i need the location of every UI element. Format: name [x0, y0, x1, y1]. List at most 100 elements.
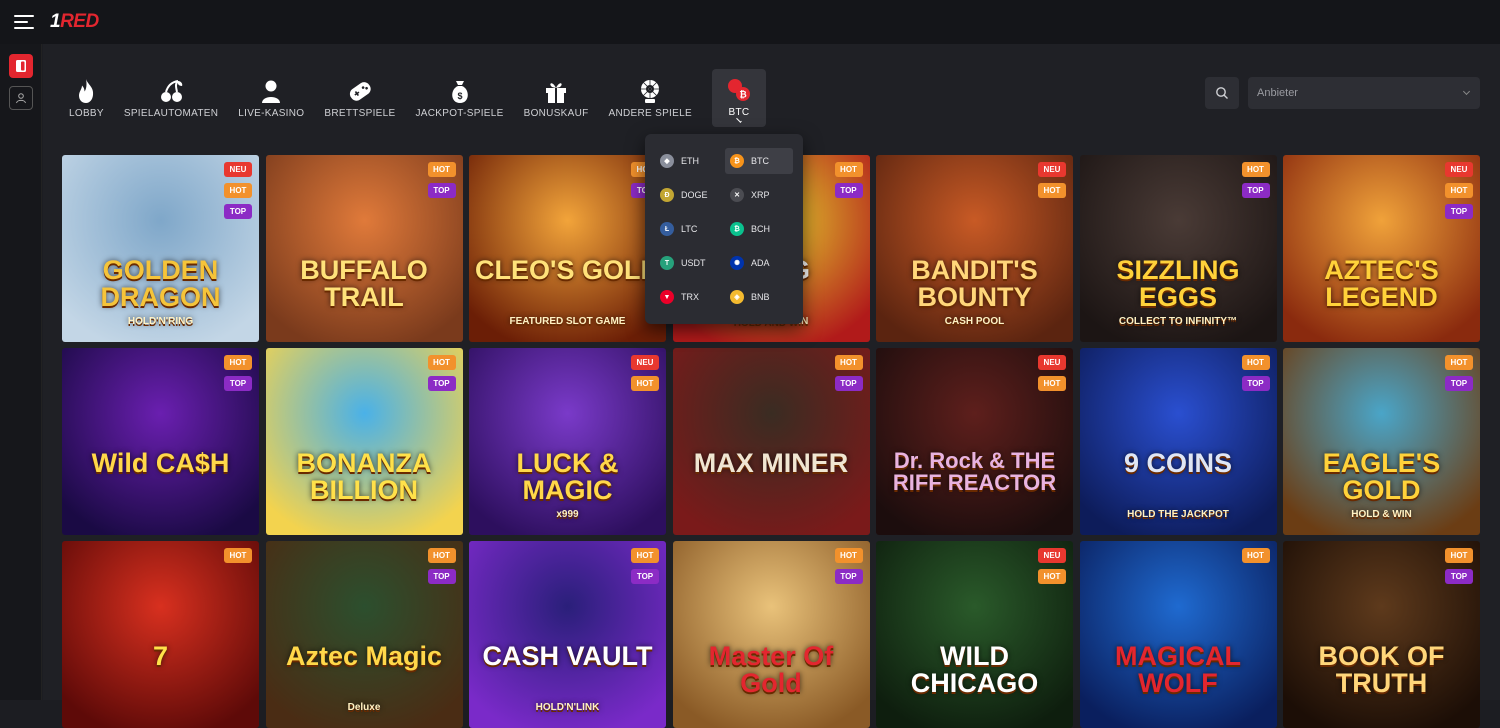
badge-group: HOT [224, 548, 252, 569]
category-tab-slots[interactable]: SPIELAUTOMATEN [118, 69, 224, 126]
game-subtitle: Deluxe [347, 702, 381, 713]
game-tile[interactable]: EAGLE'S GOLD HOLD & WIN HOT TOP [1283, 348, 1480, 535]
gift-icon [541, 76, 571, 106]
side-nav [0, 44, 42, 700]
game-title: 9 COINS [1123, 448, 1233, 478]
category-label: ANDERE SPIELE [608, 108, 692, 119]
badge-group: HOT TOP [834, 355, 863, 397]
game-title: CLEO'S GOLD [475, 255, 660, 285]
game-tile[interactable]: SIZZLING EGGS COLLECT TO INFINITY™ HOT TOP [1079, 155, 1277, 342]
badge-hot: HOT [631, 376, 659, 391]
badge-top: TOP [834, 569, 863, 584]
currency-label: DOGE [681, 190, 708, 200]
site-logo[interactable]: 1RED [50, 11, 99, 33]
game-subtitle: HOLD THE JACKPOT [1127, 509, 1229, 520]
badge-top: TOP [427, 183, 456, 198]
category-label: SPIELAUTOMATEN [123, 108, 219, 119]
currency-option-bch[interactable]: ₿ BCH [725, 216, 793, 242]
currency-option-ada[interactable]: ✺ ADA [725, 250, 793, 276]
game-tile[interactable]: BANDIT'S BOUNTY CASH POOL NEU HOT [876, 155, 1073, 342]
badge-top: TOP [427, 569, 456, 584]
btc-icon: ₿ [730, 154, 744, 168]
svg-text:$: $ [457, 91, 462, 101]
category-tab-live[interactable]: LIVE-KASINO [232, 69, 310, 126]
casino-nav-button[interactable] [9, 54, 33, 78]
badge-group: HOT [1241, 548, 1270, 569]
moneybag-icon: $ [445, 76, 475, 106]
badge-group: NEU HOT TOP [1445, 162, 1473, 225]
currency-option-usdt[interactable]: T USDT [655, 250, 723, 276]
game-tile[interactable]: BUFFALO TRAIL HOT TOP [265, 155, 463, 342]
badge-top: TOP [631, 569, 659, 584]
game-subtitle: HOLD'N'RING [127, 316, 194, 327]
badge-group: NEU HOT [1038, 355, 1066, 397]
profile-nav-button[interactable] [9, 86, 33, 110]
game-title: Wild CA$H [91, 448, 230, 478]
badge-group: NEU HOT [631, 355, 659, 397]
btc-icon: ₿ [724, 75, 754, 105]
game-title: MAX MINER [693, 448, 849, 478]
chevron-down-icon [736, 117, 742, 123]
category-tab-jackpot[interactable]: $ JACKPOT-SPIELE [409, 69, 509, 126]
badge-group: HOT TOP [427, 162, 456, 204]
provider-placeholder: Anbieter [1257, 87, 1298, 99]
game-title: BUFFALO TRAIL [300, 255, 428, 312]
badge-group: NEU HOT [1038, 548, 1066, 590]
currency-label: USDT [681, 258, 706, 268]
game-title: SIZZLING EGGS [1116, 255, 1240, 312]
category-tab-board[interactable]: BRETTSPIELE [318, 69, 401, 126]
badge-hot: HOT [224, 183, 252, 198]
currency-label: XRP [751, 190, 770, 200]
badge-hot: HOT [1241, 355, 1270, 370]
game-title: WILD CHICAGO [910, 641, 1039, 698]
game-title: MAGICAL WOLF [1115, 641, 1241, 698]
currency-option-ltc[interactable]: Ł LTC [655, 216, 723, 242]
menu-icon[interactable] [14, 15, 34, 29]
badge-top: TOP [427, 376, 456, 391]
currency-option-xrp[interactable]: ✕ XRP [725, 182, 793, 208]
game-tile[interactable]: CLEO'S GOLDFEATURED SLOT GAMEHOTTOP [469, 155, 666, 342]
currency-label: ADA [751, 258, 770, 268]
category-bar: LOBBY SPIELAUTOMATEN LIVE-KASINO BRETTSPIEL… [63, 69, 774, 127]
game-tile[interactable]: AZTEC'S LEGEND NEU HOT TOP [1283, 155, 1480, 342]
badge-group: HOT TOP [631, 548, 659, 590]
badge-hot: HOT [1241, 548, 1270, 563]
badge-group: HOT TOP [1445, 548, 1473, 590]
badge-hot: HOT [224, 548, 252, 563]
currency-option-eth[interactable]: ◆ ETH [655, 148, 723, 174]
category-tab-btc[interactable]: ₿ BTC [711, 69, 766, 127]
game-tile[interactable]: 9 COINS HOLD THE JACKPOT HOT TOP [1079, 348, 1277, 535]
category-tab-bonus[interactable]: BONUSKAUF [518, 69, 595, 126]
game-subtitle: HOLD'N'LINK [535, 702, 600, 713]
badge-hot: HOT [427, 355, 456, 370]
badge-group: HOT TOP [1241, 162, 1270, 204]
ada-icon: ✺ [730, 256, 744, 270]
game-tile[interactable]: MAX MINER HOT TOP [672, 348, 870, 535]
game-tile[interactable]: Dr. Rock & THE RIFF REACTOR NEU HOT [876, 348, 1073, 535]
badge-top: TOP [1241, 376, 1270, 391]
currency-option-doge[interactable]: Ð DOGE [655, 182, 723, 208]
game-title: BANDIT'S BOUNTY [911, 255, 1038, 312]
game-tile[interactable]: BONANZA BILLION HOT TOP [265, 348, 463, 535]
badge-top: TOP [1445, 376, 1473, 391]
currency-option-trx[interactable]: ▼ TRX [655, 284, 723, 310]
search-button[interactable] [1205, 77, 1239, 109]
badge-top: TOP [1445, 204, 1473, 219]
ltc-icon: Ł [660, 222, 674, 236]
badge-hot: HOT [1038, 183, 1066, 198]
game-title: LUCK & MAGIC [516, 448, 619, 505]
chevron-down-icon [1462, 87, 1471, 96]
game-tile[interactable]: GOLDEN DRAGON HOLD'N'RING NEU HOT TOP [62, 155, 259, 342]
game-tile[interactable]: LUCK & MAGIC x999 NEU HOT [469, 348, 666, 535]
category-tab-lobby[interactable]: LOBBY [63, 69, 110, 126]
category-label: LIVE-KASINO [238, 108, 305, 119]
game-tile[interactable]: Wild CA$H HOT TOP [62, 348, 259, 535]
eth-icon: ◆ [660, 154, 674, 168]
badge-neu: NEU [1445, 162, 1473, 177]
currency-option-btc[interactable]: ₿ BTC [725, 148, 793, 174]
badge-group: HOT TOP [224, 355, 252, 397]
category-tab-other[interactable]: ANDERE SPIELE [603, 69, 698, 126]
provider-select[interactable]: Anbieter [1248, 77, 1480, 109]
game-title: CASH VAULT [482, 641, 653, 671]
currency-option-bnb[interactable]: ◈ BNB [725, 284, 793, 310]
